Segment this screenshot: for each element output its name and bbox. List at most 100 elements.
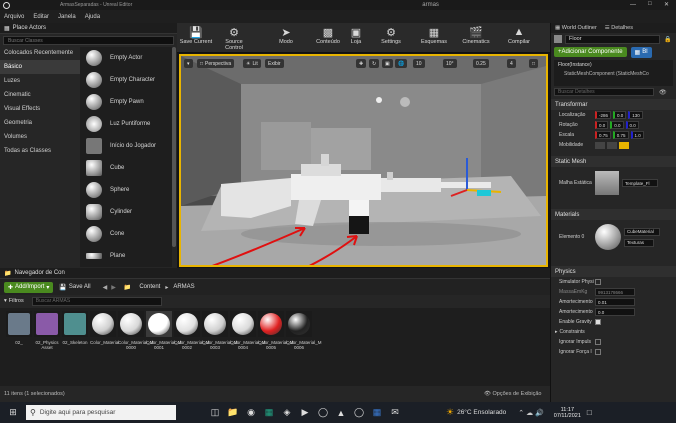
actor-empty-pawn[interactable]: Empty Pawn (80, 91, 172, 113)
show-button[interactable]: Exibir (265, 59, 284, 68)
asset-tile[interactable]: Color_Material_M 0001 (146, 311, 182, 350)
constraints-row[interactable]: ▸ Constraints (551, 327, 676, 337)
rotation-y[interactable]: 0.0 (610, 121, 624, 129)
rotation-z[interactable]: 0.0 (625, 121, 639, 129)
actor-player-start[interactable]: Início do Jogador (80, 135, 172, 157)
add-import-button[interactable]: ✚ Add/Import ▾ (4, 281, 54, 293)
minimize-icon[interactable]: — (630, 2, 636, 8)
filters-button[interactable]: ▾ Filtros (4, 298, 24, 304)
category-basic[interactable]: Básico (0, 60, 80, 74)
mesh-picker[interactable]: Template_Fl (622, 179, 658, 187)
file-explorer-icon[interactable]: 📁 (224, 406, 242, 420)
scale-y[interactable]: 0.75 (612, 131, 629, 139)
mobility-stationary-icon[interactable] (607, 141, 617, 149)
details-search-input[interactable]: Buscar Detalhes (554, 88, 654, 96)
scale-tool-icon[interactable]: ▣ (382, 59, 393, 68)
settings-button[interactable]: ⚙ Settings (374, 25, 408, 46)
blueprints-button[interactable]: ▦ Esquemas (417, 25, 451, 46)
material-picker[interactable]: CubeMaterial (624, 227, 660, 236)
translate-tool-icon[interactable]: ✚ (356, 59, 367, 68)
rotation-x[interactable]: 0.0 (595, 121, 609, 129)
menu-ajuda[interactable]: Ajuda (85, 14, 100, 20)
unreal-editor-icon[interactable]: ◯ (350, 406, 368, 420)
lock-icon[interactable]: 🔒 (664, 36, 671, 43)
actor-cube[interactable]: Cube (80, 157, 172, 179)
camera-speed-value[interactable]: 4 (507, 59, 516, 68)
asset-tile[interactable]: Color_Material_M 0000 (118, 311, 154, 350)
static-mesh-section[interactable]: Static Mesh (551, 156, 676, 167)
viewport-menu-button[interactable]: ▾ (184, 59, 193, 68)
category-geometry[interactable]: Geometria (0, 116, 80, 130)
eye-icon[interactable]: 👁 (659, 89, 667, 96)
media-icon[interactable]: ▶ (296, 406, 314, 420)
scale-snap-value[interactable]: 0.25 (473, 59, 489, 68)
mass-field[interactable]: 9913178666 (595, 288, 635, 296)
asset-tile[interactable]: Color_Material_M 0004 (230, 311, 266, 350)
category-visual-effects[interactable]: Visual Effects (0, 102, 80, 116)
maximize-icon[interactable]: □ (648, 1, 652, 7)
asset-tile[interactable]: 02_Skeleton (62, 311, 88, 345)
transform-section[interactable]: Transformar (551, 99, 676, 110)
place-actors-tab[interactable]: ▦ Place Actors (0, 23, 177, 34)
tab-details[interactable]: ☰ Detalhes (601, 25, 637, 31)
excel-icon[interactable]: ▦ (260, 406, 278, 420)
notifications-icon[interactable]: □ (587, 408, 592, 417)
back-arrow-icon[interactable]: ◀ (103, 284, 108, 291)
materials-section[interactable]: Materials (551, 209, 676, 220)
location-y[interactable]: 0.0 (613, 111, 627, 119)
asset-tile[interactable]: Color_Material_M 0002 (174, 311, 210, 350)
taskbar-search-input[interactable]: ⚲ Digite aqui para pesquisar (26, 405, 176, 420)
ignore-force-checkbox[interactable] (595, 349, 601, 355)
scale-z[interactable]: 1.0 (630, 131, 644, 139)
epic-launcher-icon[interactable]: ▲ (332, 406, 350, 420)
mobility-movable-icon[interactable] (619, 141, 629, 149)
add-component-button[interactable]: +Adicionar Componente (554, 47, 627, 57)
forward-arrow-icon[interactable]: ▶ (111, 284, 116, 291)
asset-tile[interactable]: Color_Material_M 0005 (258, 311, 294, 350)
source-control-button[interactable]: ⚙ Source Control (217, 25, 251, 52)
actor-list-scrollbar[interactable] (172, 47, 176, 247)
scale-x[interactable]: 0.75 (595, 131, 611, 139)
perspective-button[interactable]: □ Perspectiva (197, 59, 235, 68)
world-space-icon[interactable]: 🌐 (395, 59, 408, 68)
view-options-button[interactable]: 👁 Opções de Exibição (484, 391, 541, 397)
rotate-tool-icon[interactable]: ↻ (369, 59, 380, 68)
maximize-viewport-icon[interactable]: □ (529, 59, 539, 68)
textures-button[interactable]: Texturas (624, 238, 654, 247)
actor-empty-character[interactable]: Empty Character (80, 69, 172, 91)
close-icon[interactable]: ✕ (664, 1, 669, 8)
actor-empty-actor[interactable]: Empty Actor (80, 47, 172, 69)
actor-point-light[interactable]: Luz Puntiforme (80, 113, 172, 135)
content-browser-tab[interactable]: 📁 Navegador de Con (0, 268, 550, 279)
modes-button[interactable]: ➤ Modo (269, 25, 303, 46)
asset-tile[interactable]: Color_Material_M 0003 (202, 311, 238, 350)
unreal-icon[interactable]: ◯ (314, 406, 332, 420)
mobility-static-icon[interactable] (595, 141, 605, 149)
enable-gravity-checkbox[interactable] (595, 319, 601, 325)
lit-button[interactable]: ☀ Lit (243, 59, 261, 68)
breadcrumb-content[interactable]: Content (139, 284, 160, 290)
actor-plane[interactable]: Plane (80, 245, 172, 267)
mail-icon[interactable]: ✉ (386, 406, 404, 420)
component-static-mesh-row[interactable]: StaticMeshComponent (StaticMeshCo (554, 70, 673, 78)
category-volumes[interactable]: Volumes (0, 130, 80, 144)
marketplace-button[interactable]: ▣ Loja (339, 25, 373, 46)
angular-damping-field[interactable]: 0.0 (595, 308, 635, 316)
asset-tile[interactable]: 02_ (6, 311, 32, 345)
component-instance-row[interactable]: Floor(Instance) (554, 60, 673, 70)
actor-name-field[interactable]: Floor (565, 34, 660, 44)
menu-editar[interactable]: Editar (33, 14, 49, 20)
category-cinematic[interactable]: Cinematic (0, 88, 80, 102)
tab-world-outliner[interactable]: ▦ World Outliner (551, 25, 601, 31)
level-viewport[interactable]: ▾ □ Perspectiva ☀ Lit Exibir ✚ ↻ ▣ 🌐 10 10… (179, 54, 548, 267)
asset-tile[interactable]: 02_Physics Asset (34, 311, 60, 350)
class-search-input[interactable]: Buscar Classes (3, 36, 174, 45)
task-view-icon[interactable]: ◫ (206, 406, 224, 420)
save-all-button[interactable]: 💾 Save All (59, 284, 90, 291)
grid-snap-value[interactable]: 10 (413, 59, 425, 68)
blueprint-button[interactable]: ▦ Bl (630, 46, 652, 58)
asset-search-input[interactable]: Buscar ARMAS (31, 296, 162, 306)
ignore-impulse-checkbox[interactable] (595, 339, 601, 345)
actor-cone[interactable]: Cone (80, 223, 172, 245)
category-recent[interactable]: Colocados Recentemente (0, 46, 80, 60)
